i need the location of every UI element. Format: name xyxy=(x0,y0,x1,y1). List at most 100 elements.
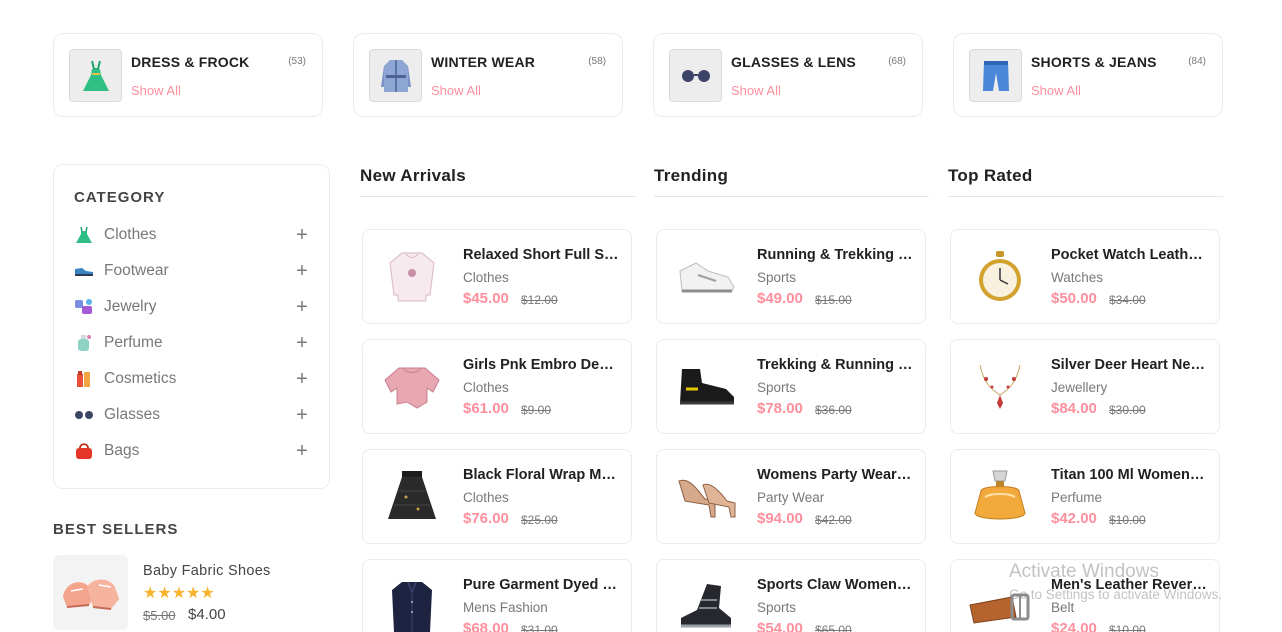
product-name[interactable]: Relaxed Short Full Sleeve T-Shirt xyxy=(463,247,619,263)
product-price: $24.00 xyxy=(1051,620,1097,632)
rating-stars: ★★★★★ xyxy=(143,585,215,602)
product-card[interactable]: Womens Party Wear Shoes Party Wear $94.0… xyxy=(656,449,926,544)
product-price: $78.00 xyxy=(757,400,803,417)
expand-icon[interactable]: + xyxy=(294,405,310,425)
product-price: $42.00 xyxy=(1051,510,1097,527)
expand-icon[interactable]: + xyxy=(294,369,310,389)
sidebar-item-cosmetics[interactable]: Cosmetics + xyxy=(74,367,310,391)
product-card[interactable]: Relaxed Short Full Sleeve T-Shirt Clothe… xyxy=(362,229,632,324)
product-card[interactable]: Girls Pnk Embro Design Top Clothes $61.0… xyxy=(362,339,632,434)
category-card-dress[interactable]: DRESS & FROCK (53) Show All xyxy=(53,33,323,117)
product-category: Party Wear xyxy=(757,490,825,505)
dress-icon xyxy=(74,225,94,245)
activate-windows-hint: Go to Settings to activate Windows. xyxy=(1009,587,1223,602)
product-name[interactable]: Pure Garment Dyed Cotton Shirt xyxy=(463,577,619,593)
sidebar-item-footwear[interactable]: Footwear + xyxy=(74,259,310,283)
glasses-icon xyxy=(669,49,722,102)
expand-icon[interactable]: + xyxy=(294,297,310,317)
category-card-shorts[interactable]: SHORTS & JEANS (84) Show All xyxy=(953,33,1223,117)
product-card[interactable]: Trekking & Running Shoes - black Sports … xyxy=(656,339,926,434)
category-count: (68) xyxy=(888,56,906,67)
skirt-icon xyxy=(377,462,447,532)
sidebar-item-label: Bags xyxy=(104,442,140,459)
jacket-icon xyxy=(377,572,447,632)
product-name[interactable]: Sports Claw Women's Shoes xyxy=(757,577,913,593)
perfume-bottle-icon xyxy=(965,462,1035,532)
category-cards: DRESS & FROCK (53) Show All WINTER WEAR … xyxy=(53,33,1223,117)
best-sellers-heading: BEST SELLERS xyxy=(53,521,179,538)
product-price: $68.00 xyxy=(463,620,509,632)
product-price: $54.00 xyxy=(757,620,803,632)
product-card[interactable]: Running & Trekking Shoes - White Sports … xyxy=(656,229,926,324)
product-card[interactable]: Titan 100 Ml Womens Perfume Perfume $42.… xyxy=(950,449,1220,544)
dress-icon xyxy=(69,49,122,102)
sidebar-item-clothes[interactable]: Clothes + xyxy=(74,223,310,247)
product-category: Sports xyxy=(757,380,797,395)
product-old-price: $25.00 xyxy=(521,513,558,527)
product-name[interactable]: Girls Pnk Embro Design Top xyxy=(463,357,619,373)
product-price: $76.00 xyxy=(463,510,509,527)
sidebar-item-bags[interactable]: Bags + xyxy=(74,439,310,463)
product-old-price: $30.00 xyxy=(1109,403,1146,417)
necklace-icon xyxy=(965,352,1035,422)
category-card-winter[interactable]: WINTER WEAR (58) Show All xyxy=(353,33,623,117)
product-old-price: $15.00 xyxy=(815,293,852,307)
shorts-icon xyxy=(969,49,1022,102)
product-price: $94.00 xyxy=(757,510,803,527)
product-name[interactable]: Running & Trekking Shoes - White xyxy=(757,247,913,263)
expand-icon[interactable]: + xyxy=(294,333,310,353)
category-card-glasses[interactable]: GLASSES & LENS (68) Show All xyxy=(653,33,923,117)
product-price: $50.00 xyxy=(1051,290,1097,307)
product-name[interactable]: Pocket Watch Leather Pouch xyxy=(1051,247,1207,263)
product-card[interactable]: Sports Claw Women's Shoes Sports $54.00 … xyxy=(656,559,926,632)
product-category: Clothes xyxy=(463,380,509,395)
price: $4.00 xyxy=(188,606,226,623)
sidebar-item-perfume[interactable]: Perfume + xyxy=(74,331,310,355)
baby-shoes-image xyxy=(53,555,128,630)
product-category: Sports xyxy=(757,270,797,285)
sweater-icon xyxy=(377,242,447,312)
column-title: Trending xyxy=(654,166,729,185)
product-name[interactable]: Titan 100 Ml Womens Perfume xyxy=(1051,467,1207,483)
product-old-price: $34.00 xyxy=(1109,293,1146,307)
best-seller-name[interactable]: Baby Fabric Shoes xyxy=(143,563,271,579)
category-title: SHORTS & JEANS xyxy=(1031,54,1157,70)
sidebar-item-label: Jewelry xyxy=(104,298,157,315)
product-card[interactable]: Pocket Watch Leather Pouch Watches $50.0… xyxy=(950,229,1220,324)
heel-icon xyxy=(671,462,741,532)
show-all-link[interactable]: Show All xyxy=(1031,83,1081,98)
category-sidebar: CATEGORY Clothes + Footwear + Jewelry + … xyxy=(53,164,330,489)
product-card[interactable]: Black Floral Wrap Midi Skirt Clothes $76… xyxy=(362,449,632,544)
product-old-price: $9.00 xyxy=(521,403,552,417)
sidebar-item-glasses[interactable]: Glasses + xyxy=(74,403,310,427)
sneaker-icon xyxy=(671,242,741,312)
category-count: (84) xyxy=(1188,56,1206,67)
product-name[interactable]: Womens Party Wear Shoes xyxy=(757,467,913,483)
category-count: (58) xyxy=(588,56,606,67)
sidebar-item-label: Clothes xyxy=(104,226,157,243)
column-divider xyxy=(654,196,929,197)
product-name[interactable]: Black Floral Wrap Midi Skirt xyxy=(463,467,619,483)
expand-icon[interactable]: + xyxy=(294,261,310,281)
cosmetics-icon xyxy=(74,369,94,389)
old-price: $5.00 xyxy=(143,608,176,623)
sidebar-heading: CATEGORY xyxy=(74,189,166,206)
product-old-price: $10.00 xyxy=(1109,513,1146,527)
bag-icon xyxy=(74,441,94,461)
product-old-price: $31.00 xyxy=(521,623,558,632)
show-all-link[interactable]: Show All xyxy=(731,83,781,98)
best-seller-item[interactable]: Baby Fabric Shoes ★★★★★ $5.00 $4.00 xyxy=(53,555,330,630)
product-card[interactable]: Pure Garment Dyed Cotton Shirt Mens Fash… xyxy=(362,559,632,632)
column-title: New Arrivals xyxy=(360,166,466,185)
expand-icon[interactable]: + xyxy=(294,225,310,245)
product-card[interactable]: Silver Deer Heart Necklace Jewellery $84… xyxy=(950,339,1220,434)
product-name[interactable]: Trekking & Running Shoes - black xyxy=(757,357,913,373)
product-old-price: $36.00 xyxy=(815,403,852,417)
show-all-link[interactable]: Show All xyxy=(131,83,181,98)
sidebar-item-jewelry[interactable]: Jewelry + xyxy=(74,295,310,319)
product-category: Jewellery xyxy=(1051,380,1108,395)
expand-icon[interactable]: + xyxy=(294,441,310,461)
show-all-link[interactable]: Show All xyxy=(431,83,481,98)
product-name[interactable]: Silver Deer Heart Necklace xyxy=(1051,357,1207,373)
sidebar-item-label: Glasses xyxy=(104,406,160,423)
